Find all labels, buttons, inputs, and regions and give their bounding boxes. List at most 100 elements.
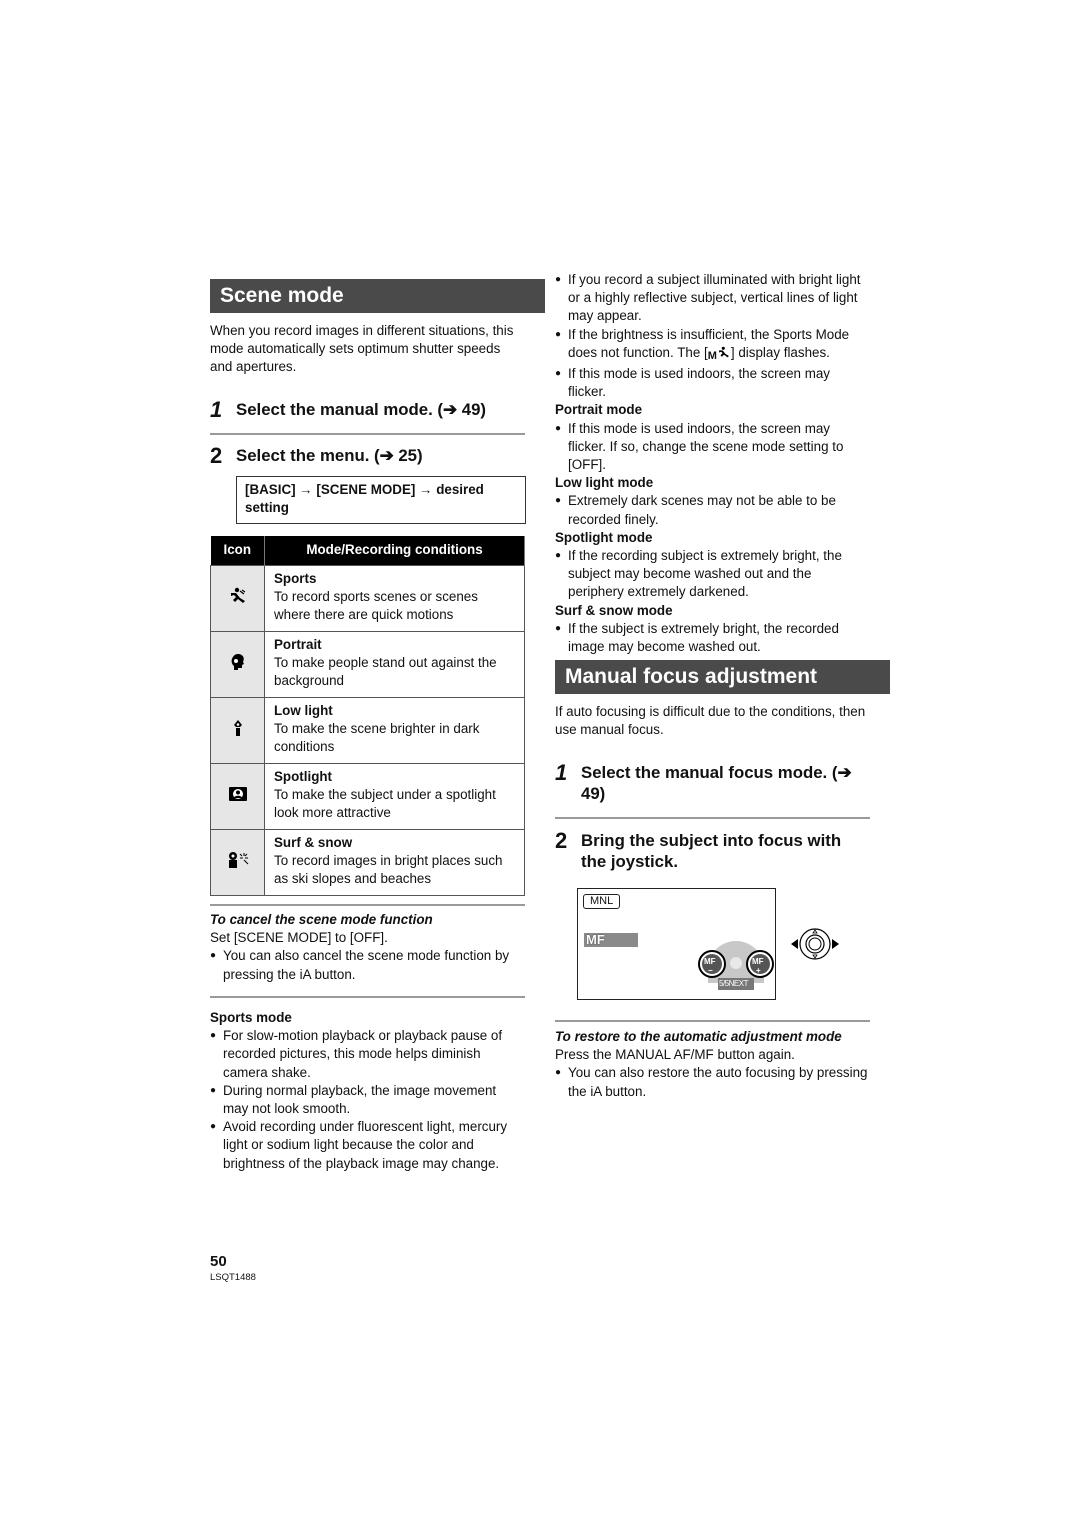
table-row: Spotlight To make the subject under a sp… (210, 763, 525, 830)
sports-mode-section: Sports mode ● For slow-motion playback o… (210, 1009, 525, 1173)
divider (210, 904, 525, 906)
mode-detail: To make the subject under a spotlight lo… (274, 787, 496, 821)
column-header-icon: Icon (210, 536, 265, 566)
bullet-text: You can also cancel the scene mode funct… (223, 948, 510, 982)
bullet-item: ● If this mode is used indoors, the scre… (555, 420, 870, 475)
surf-snow-icon (228, 851, 248, 868)
mode-detail: To make people stand out against the bac… (274, 655, 497, 689)
minus-sign: − (708, 966, 713, 975)
step-text: Select the manual focus mode. (➔ 49) (581, 763, 852, 803)
step-number: 1 (210, 397, 223, 422)
mf-minus-label[interactable]: MF (704, 957, 716, 966)
bullet-dot: ● (555, 622, 562, 634)
bullet-item: ● If this mode is used indoors, the scre… (555, 365, 870, 401)
page-number: 50 (210, 1253, 227, 1270)
table-row: Portrait To make people stand out agains… (210, 631, 525, 698)
bullet-dot: ● (210, 1121, 217, 1133)
icon-cell (210, 565, 265, 632)
restore-text: Press the MANUAL AF/MF button again. (555, 1047, 795, 1063)
bullet-text: During normal playback, the image moveme… (223, 1082, 497, 1117)
mode-detail: To make the scene brighter in dark condi… (274, 721, 480, 755)
bullet-dot: ● (555, 1067, 562, 1079)
mnl-mode-badge: MNL (583, 894, 621, 909)
sports-icon (230, 587, 245, 603)
mode-name: Spotlight (274, 769, 333, 784)
bullet-dot: ● (555, 328, 562, 340)
low-light-icon (233, 719, 242, 736)
menu-path-box: [BASIC] → [SCENE MODE] → desired setting (236, 476, 526, 524)
mode-name: Sports (274, 571, 317, 586)
cancel-section: To cancel the scene mode function Set [S… (210, 911, 525, 984)
portrait-mode-heading: Portrait mode (555, 402, 643, 418)
table-row: Sports To record sports scenes or scenes… (210, 565, 525, 632)
plus-sign: + (756, 966, 761, 975)
bullet-item: ● If the brightness is insufficient, the… (555, 326, 870, 365)
sports-mode-heading: Sports mode (210, 1010, 292, 1025)
bullet-dot: ● (555, 368, 562, 380)
mode-detail: To record images in bright places such a… (274, 853, 503, 887)
bullet-text: Avoid recording under fluorescent light,… (223, 1119, 508, 1171)
bullet-text: Extremely dark scenes may not be able to… (568, 493, 836, 527)
step-text: Bring the subject into focus with the jo… (581, 831, 842, 871)
model-code: LSQT1488 (210, 1272, 256, 1283)
bullet-text: For slow-motion playback or playback pau… (223, 1028, 503, 1080)
bullet-item: ● You can also restore the auto focusing… (555, 1064, 870, 1100)
manual-focus-heading: Manual focus adjustment (555, 660, 890, 694)
mf-indicator: MF (584, 933, 638, 947)
bullet-dot: ● (555, 274, 562, 285)
scene-step-2: 2 Select the menu. (➔ 25) (210, 443, 525, 468)
icon-cell (210, 697, 265, 764)
portrait-icon (231, 653, 244, 670)
bullet-dot: ● (210, 950, 217, 962)
step-text: Select the manual mode. (➔ 49) (236, 400, 486, 419)
mode-description: Spotlight To make the subject under a sp… (264, 763, 525, 830)
mode-name: Surf & snow (274, 835, 353, 850)
bullet-text: If this mode is used indoors, the screen… (568, 420, 844, 473)
bullet-item: ● During normal playback, the image move… (210, 1082, 525, 1118)
scene-mode-heading: Scene mode (210, 279, 545, 313)
next-page-label[interactable]: 5/5NEXT (719, 979, 748, 988)
spotlight-icon (228, 786, 247, 801)
mf-plus-label[interactable]: MF (752, 957, 764, 966)
mode-name: Portrait (274, 637, 322, 652)
sports-icon (718, 346, 729, 358)
divider (210, 433, 525, 435)
bullet-dot: ● (210, 1084, 217, 1096)
step-text: Select the menu. (➔ 25) (236, 446, 423, 465)
bullet-text: If the subject is extremely bright, the … (568, 620, 839, 655)
menu-path-line: setting (245, 500, 289, 515)
bullet-text: If you record a subject illuminated with… (568, 272, 861, 324)
table-header-row: Icon Mode/Recording conditions (210, 536, 525, 566)
table-row: Surf & snow To record images in bright p… (210, 829, 525, 896)
scene-mode-intro: When you record images in different situ… (210, 323, 514, 375)
mode-detail: To record sports scenes or scenes where … (274, 589, 478, 623)
divider (555, 1020, 870, 1022)
bullet-text-part: ] display flashes. (730, 344, 830, 360)
bullet-text: If this mode is used indoors, the screen… (568, 366, 830, 400)
scene-step-1: 1 Select the manual mode. (➔ 49) (210, 397, 525, 422)
step-number: 2 (210, 443, 223, 468)
mode-description: Low light To make the scene brighter in … (264, 697, 525, 764)
bullet-dot: ● (555, 550, 562, 562)
divider (555, 817, 870, 819)
spotlight-mode-heading: Spotlight mode (555, 529, 653, 545)
column-header-mode: Mode/Recording conditions (264, 536, 525, 566)
bullet-dot: ● (210, 1030, 217, 1042)
bullet-text: You can also restore the auto focusing b… (568, 1065, 868, 1099)
manual-focus-intro: If auto focusing is difficult due to the… (555, 704, 866, 738)
surf-snow-mode-heading: Surf & snow mode (555, 602, 673, 618)
step-number: 1 (555, 760, 568, 785)
restore-section: To restore to the automatic adjustment m… (555, 1028, 870, 1101)
restore-heading: To restore to the automatic adjustment m… (555, 1029, 842, 1044)
bullet-item: ● For slow-motion playback or playback p… (210, 1027, 525, 1082)
icon-cell (210, 631, 265, 698)
focus-step-2: 2 Bring the subject into focus with the … (555, 830, 870, 872)
icon-cell (210, 829, 265, 896)
bullet-item: ● If the recording subject is extremely … (555, 547, 870, 602)
icon-cell (210, 763, 265, 830)
mode-description: Surf & snow To record images in bright p… (264, 829, 525, 896)
bullet-text: If the recording subject is extremely br… (568, 548, 842, 600)
bullet-item: ● If you record a subject illuminated wi… (555, 271, 870, 326)
scene-mode-table: Icon Mode/Recording conditions Sports To… (210, 536, 525, 896)
bullet-dot: ● (555, 422, 562, 434)
